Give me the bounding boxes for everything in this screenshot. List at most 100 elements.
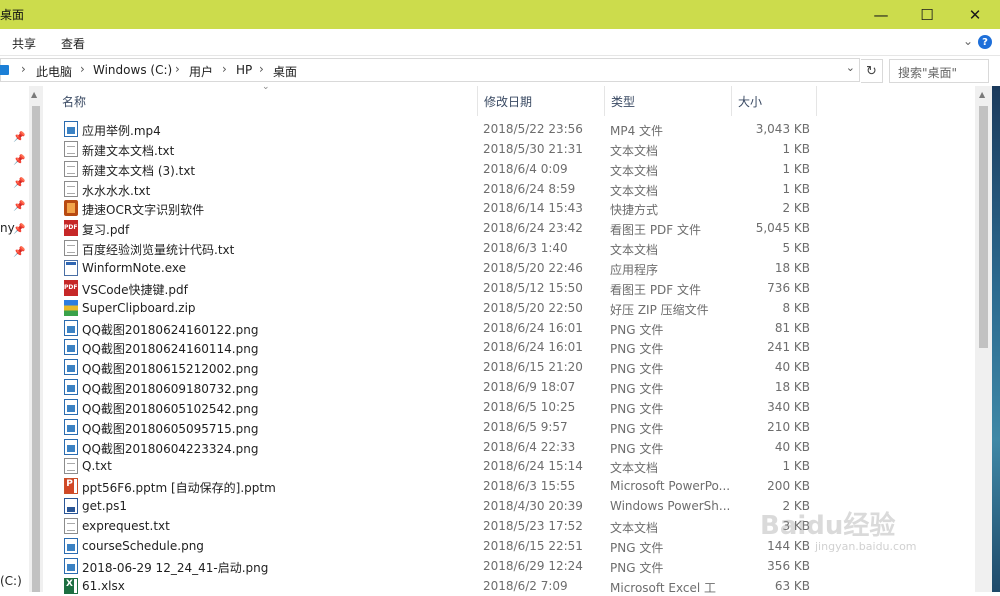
file-row[interactable]: Q.txt 2018/6/24 15:14 文本文档 1 KB [43, 456, 975, 476]
file-img-icon [64, 121, 78, 137]
file-row[interactable]: QQ截图20180609180732.png 2018/6/9 18:07 PNG … [43, 377, 975, 397]
ribbon: 共享 查看 ⌄ ? [0, 29, 1000, 56]
file-row[interactable]: VSCode快捷键.pdf 2018/5/12 15:50 看图王 PDF 文件 73… [43, 278, 975, 298]
file-size: 5,045 KB [755, 221, 810, 236]
file-img-icon [64, 339, 78, 356]
file-row[interactable]: 水水水水.txt 2018/6/24 8:59 文本文档 1 KB [43, 179, 975, 199]
scrollbar-thumb[interactable] [979, 106, 988, 348]
file-type: PNG 文件 [610, 362, 664, 377]
file-row[interactable]: 61.xlsx 2018/6/2 7:09 Microsoft Excel 工 63 … [43, 576, 975, 596]
maximize-button[interactable]: ☐ [904, 0, 950, 29]
file-modified-date: 2018/6/5 9:57 [483, 419, 568, 434]
file-name: SuperClipboard.zip [82, 300, 196, 315]
navigation-scrollbar[interactable]: ▲ [29, 86, 43, 592]
file-type: PNG 文件 [610, 540, 664, 555]
file-row[interactable]: 2018-06-29 12_24_41-启动.png 2018/6/29 12:2… [43, 556, 975, 576]
minimize-button[interactable]: — [858, 0, 904, 29]
column-header-date[interactable]: 修改日期 [478, 86, 605, 116]
column-headers: ⌄ 名称 修改日期 类型 大小 [43, 82, 975, 116]
file-type: 快捷方式 [610, 203, 659, 218]
pin-icon[interactable]: 📌 [13, 201, 25, 212]
file-type: PNG 文件 [610, 441, 664, 456]
breadcrumb-hp[interactable]: HP [236, 63, 252, 77]
column-header-size[interactable]: 大小 [732, 86, 817, 116]
file-size: 3,043 KB [755, 122, 810, 136]
breadcrumb-drive[interactable]: Windows (C:) [93, 63, 172, 77]
nav-item-drive[interactable]: (C:) [0, 574, 22, 588]
file-size: 81 KB [774, 320, 810, 335]
file-name: QQ截图20180605095715.png [82, 421, 259, 436]
file-type: Microsoft PowerPo... [610, 479, 731, 494]
file-name: ppt56F6.pptm [自动保存的].pptm [82, 481, 276, 496]
file-row[interactable]: QQ截图20180624160114.png 2018/6/24 16:01 PNG… [43, 337, 975, 357]
this-pc-icon [0, 65, 9, 75]
file-list-scrollbar[interactable]: ▲ [975, 86, 992, 592]
file-row[interactable]: QQ截图20180604223324.png 2018/6/4 22:33 PNG … [43, 437, 975, 457]
file-row[interactable]: QQ截图20180605102542.png 2018/6/5 10:25 PNG … [43, 397, 975, 417]
breadcrumb-separator[interactable]: › [259, 62, 264, 76]
scroll-up-icon[interactable]: ▲ [979, 90, 985, 99]
address-dropdown-icon[interactable]: ⌄ [846, 61, 855, 74]
file-xls-icon [64, 577, 78, 594]
breadcrumb-this-pc[interactable]: 此电脑 [36, 63, 72, 80]
refresh-button[interactable]: ↻ [861, 59, 883, 83]
breadcrumb-separator[interactable]: › [222, 62, 227, 76]
file-modified-date: 2018/6/29 12:24 [483, 558, 583, 573]
tab-share[interactable]: 共享 [12, 35, 36, 52]
breadcrumb-separator[interactable]: › [175, 62, 180, 76]
pin-icon[interactable]: 📌 [13, 155, 25, 166]
breadcrumb-users[interactable]: 用户 [189, 63, 213, 80]
file-name: VSCode快捷键.pdf [82, 282, 188, 297]
file-type: PNG 文件 [610, 382, 664, 397]
file-type: 应用程序 [610, 262, 659, 277]
tab-view[interactable]: 查看 [61, 35, 85, 52]
ribbon-expand-icon[interactable]: ⌄ [963, 34, 973, 48]
pin-icon[interactable]: 📌 [13, 178, 25, 189]
scroll-up-icon[interactable]: ▲ [31, 90, 37, 99]
breadcrumb-desktop[interactable]: 桌面 [273, 63, 297, 80]
file-ppt-icon [64, 478, 78, 495]
pin-icon[interactable]: 📌 [13, 224, 25, 235]
pin-icon[interactable]: 📌 [13, 247, 25, 258]
file-modified-date: 2018/5/20 22:50 [483, 300, 583, 315]
file-row[interactable]: 捷速OCR文字识别软件 2018/6/14 15:43 快捷方式 2 KB [43, 198, 975, 218]
file-modified-date: 2018/6/24 8:59 [483, 181, 576, 196]
file-row[interactable]: 新建文本文档.txt 2018/5/30 21:31 文本文档 1 KB [43, 139, 975, 159]
file-row[interactable]: SuperClipboard.zip 2018/5/20 22:50 好压 ZIP … [43, 298, 975, 318]
address-bar[interactable]: › 此电脑 › Windows (C:) › 用户 › HP › 桌面 ⌄ [0, 58, 860, 82]
file-size: 200 KB [767, 479, 810, 494]
file-img-icon [64, 418, 78, 435]
file-name: 应用举例.mp4 [82, 124, 161, 138]
file-row[interactable]: QQ截图20180615212002.png 2018/6/15 21:20 PNG… [43, 357, 975, 377]
pin-icon[interactable]: 📌 [13, 132, 25, 143]
column-header-type[interactable]: 类型 [605, 86, 732, 116]
file-modified-date: 2018/5/22 23:56 [483, 122, 583, 136]
file-name: 新建文本文档.txt [82, 143, 175, 158]
file-size: 40 KB [774, 439, 810, 454]
search-input[interactable]: 搜索"桌面" [889, 59, 989, 83]
help-icon[interactable]: ? [978, 35, 992, 49]
breadcrumb-separator[interactable]: › [80, 62, 85, 76]
file-type: PNG 文件 [610, 560, 664, 575]
breadcrumb-separator[interactable]: › [21, 62, 26, 76]
file-name: QQ截图20180604223324.png [82, 441, 259, 456]
file-row[interactable]: QQ截图20180624160122.png 2018/6/24 16:01 PNG… [43, 318, 975, 338]
file-row[interactable]: 百度经验浏览量统计代码.txt 2018/6/3 1:40 文本文档 5 KB [43, 238, 975, 258]
file-modified-date: 2018/6/15 21:20 [483, 360, 583, 375]
file-doc-icon [64, 180, 78, 197]
file-size: 1 KB [782, 181, 810, 196]
file-modified-date: 2018/6/3 15:55 [483, 479, 576, 494]
file-row[interactable]: 复习.pdf 2018/6/24 23:42 看图王 PDF 文件 5,045 KB [43, 218, 975, 238]
file-row[interactable]: 新建文本文档 (3).txt 2018/6/4 0:09 文本文档 1 KB [43, 159, 975, 179]
file-row[interactable]: 应用举例.mp4 2018/5/22 23:56 MP4 文件 3,043 KB [43, 119, 975, 139]
file-row[interactable]: QQ截图20180605095715.png 2018/6/5 9:57 PNG 文… [43, 417, 975, 437]
file-row[interactable]: WinformNote.exe 2018/5/20 22:46 应用程序 18 KB [43, 258, 975, 278]
file-type: 文本文档 [610, 183, 659, 198]
close-button[interactable]: ✕ [950, 0, 1000, 29]
file-row[interactable]: ppt56F6.pptm [自动保存的].pptm 2018/6/3 15:55 M… [43, 476, 975, 496]
scrollbar-thumb[interactable] [32, 106, 40, 592]
file-doc-icon [64, 518, 78, 534]
file-type: 看图王 PDF 文件 [610, 282, 702, 297]
column-header-name[interactable]: 名称 [56, 86, 478, 116]
file-modified-date: 2018/6/4 22:33 [483, 439, 576, 454]
